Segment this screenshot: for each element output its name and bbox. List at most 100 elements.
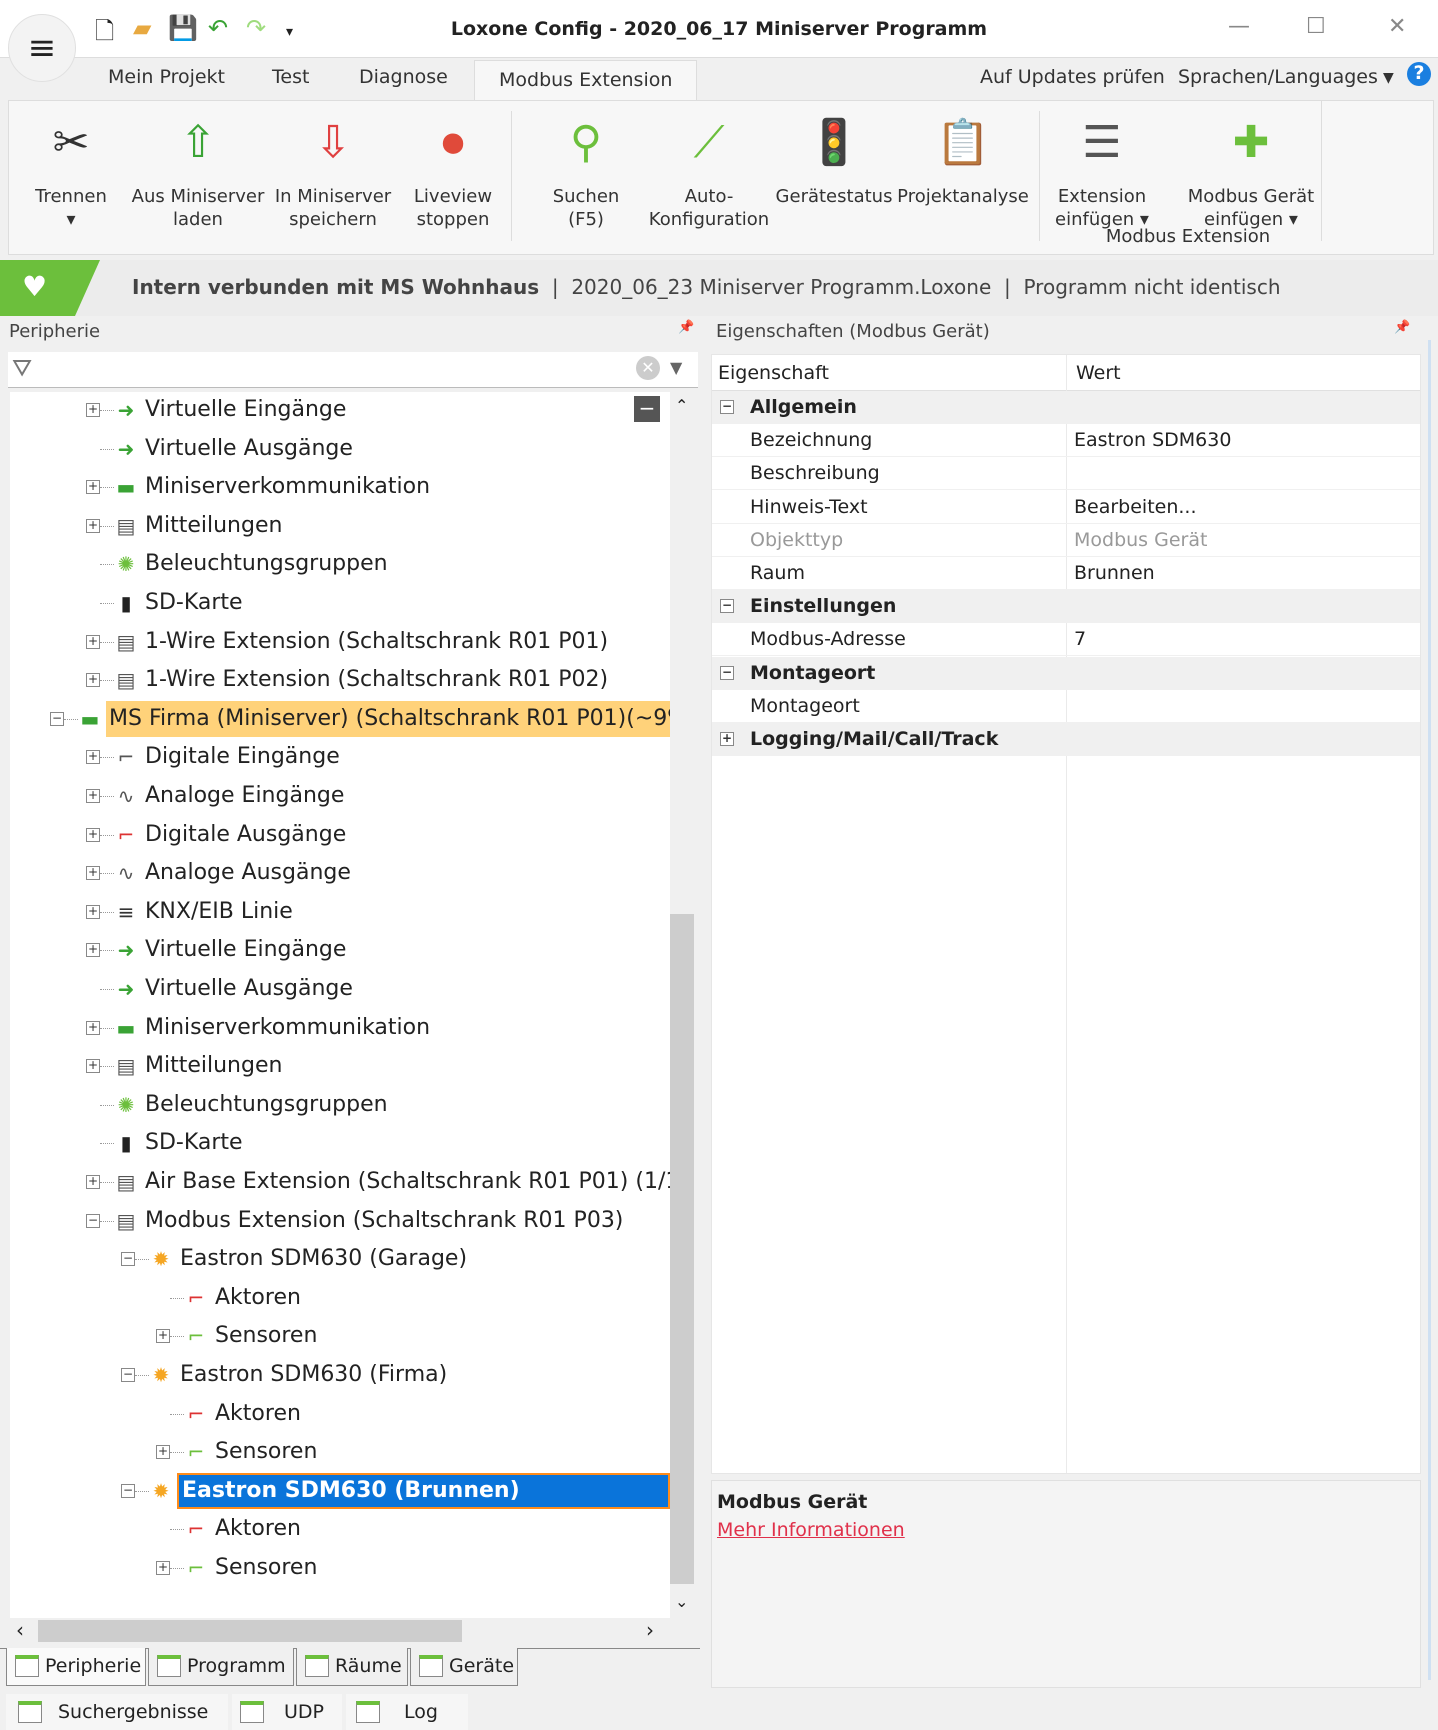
expand-icon[interactable]: + bbox=[86, 827, 100, 842]
scrollbar-thumb[interactable] bbox=[670, 914, 694, 1584]
stop-liveview-button[interactable]: ⏺ Liveview stoppen bbox=[405, 109, 501, 231]
horizontal-scrollbar[interactable]: ‹ › bbox=[10, 1618, 696, 1644]
tab-modbus-extension[interactable]: Modbus Extension bbox=[474, 60, 698, 100]
tree-item[interactable]: ✺ Beleuchtungsgruppen bbox=[10, 1087, 670, 1123]
collapse-icon[interactable]: − bbox=[50, 711, 64, 726]
tree-item[interactable]: + ⌐ Digitale Ausgänge bbox=[10, 817, 670, 853]
auto-configuration-button[interactable]: ⟋ Auto- Konfiguration bbox=[641, 109, 777, 231]
property-row[interactable]: Montageort bbox=[712, 690, 1420, 723]
expand-icon[interactable]: + bbox=[86, 789, 100, 803]
collapse-icon[interactable]: − bbox=[121, 1483, 135, 1498]
expand-icon[interactable]: + bbox=[86, 518, 100, 533]
property-row[interactable]: Modbus-Adresse 7 bbox=[712, 623, 1420, 657]
expand-icon[interactable]: + bbox=[86, 1059, 100, 1074]
collapse-all-button[interactable]: − bbox=[634, 396, 660, 422]
project-analysis-button[interactable]: 📋 Projektanalyse bbox=[895, 109, 1031, 208]
tree-item[interactable]: ▮ SD-Karte bbox=[10, 585, 670, 621]
tree-item[interactable]: + ➜ Virtuelle Eingänge bbox=[10, 392, 670, 428]
chevron-down-icon[interactable]: ▼ bbox=[670, 358, 682, 377]
tree-item[interactable]: + ⌐ Digitale Eingänge bbox=[10, 739, 670, 775]
expand-icon[interactable]: + bbox=[86, 634, 100, 649]
tree-item[interactable]: + ▬ Miniserverkommunikation bbox=[10, 469, 670, 505]
tab-diagnose[interactable]: Diagnose bbox=[359, 66, 448, 88]
expand-icon[interactable]: + bbox=[86, 673, 100, 688]
property-category[interactable]: − Montageort bbox=[712, 656, 1420, 690]
more-info-link[interactable]: Mehr Informationen bbox=[717, 1519, 905, 1541]
tree-item[interactable]: ▮ SD-Karte bbox=[10, 1125, 670, 1161]
minimize-button[interactable]: — bbox=[1228, 14, 1250, 39]
scroll-up-icon[interactable]: ⌃ bbox=[675, 396, 688, 415]
property-category[interactable]: − Einstellungen bbox=[712, 590, 1420, 624]
tree-item[interactable]: − ▬ MS Firma (Miniserver) (Schaltschrank R… bbox=[10, 700, 670, 737]
tree-item[interactable]: + ▤ Air Base Extension (Schaltschrank R01 … bbox=[10, 1164, 670, 1200]
languages-dropdown[interactable]: Sprachen/Languages bbox=[1178, 66, 1378, 88]
scrollbar-thumb[interactable] bbox=[38, 1620, 462, 1642]
tree-item[interactable]: ✺ Beleuchtungsgruppen bbox=[10, 546, 670, 582]
tree-item[interactable]: − ✹ Eastron SDM630 (Garage) bbox=[10, 1241, 670, 1277]
property-row[interactable]: Beschreibung bbox=[712, 457, 1420, 491]
scroll-left-icon[interactable]: ‹ bbox=[16, 1618, 24, 1642]
vertical-scrollbar[interactable]: ⌃ ⌄ bbox=[670, 392, 694, 1622]
device-status-button[interactable]: 🚦 Gerätestatus bbox=[773, 109, 895, 208]
bottom-tab-suchergebnisse[interactable]: Suchergebnisse bbox=[6, 1694, 228, 1730]
tree-item[interactable]: ➜ Virtuelle Ausgänge bbox=[10, 971, 670, 1007]
expand-icon[interactable]: + bbox=[86, 480, 100, 495]
tree-item[interactable]: + ➜ Virtuelle Eingänge bbox=[10, 932, 670, 968]
save-to-miniserver-button[interactable]: ⇩ In Miniserver speichern bbox=[267, 109, 399, 231]
search-button[interactable]: ⚲ Suchen (F5) bbox=[531, 109, 641, 231]
tree-item[interactable]: + ⌐ Sensoren bbox=[10, 1550, 670, 1586]
tree-item[interactable]: + ⌐ Sensoren bbox=[10, 1434, 670, 1470]
maximize-button[interactable]: ☐ bbox=[1306, 14, 1326, 39]
tab-test[interactable]: Test bbox=[272, 66, 309, 88]
expand-icon[interactable]: + bbox=[156, 1445, 170, 1460]
scroll-right-icon[interactable]: › bbox=[646, 1618, 654, 1642]
expand-icon[interactable]: + bbox=[720, 732, 734, 746]
check-updates-link[interactable]: Auf Updates prüfen bbox=[980, 66, 1165, 88]
tree-item[interactable]: ⌐ Aktoren bbox=[10, 1511, 670, 1547]
property-row[interactable]: Objekttyp Modbus Gerät bbox=[712, 524, 1420, 557]
expand-icon[interactable]: + bbox=[86, 750, 100, 765]
chevron-down-icon[interactable]: ▼ bbox=[1383, 70, 1394, 86]
tree-item[interactable]: ⌐ Aktoren bbox=[10, 1280, 670, 1316]
property-value[interactable]: Bearbeiten... bbox=[1074, 491, 1197, 524]
collapse-icon[interactable]: − bbox=[121, 1368, 135, 1382]
tree-item[interactable]: + ⌐ Sensoren bbox=[10, 1318, 670, 1354]
expand-icon[interactable]: + bbox=[86, 403, 100, 417]
bottom-tab-programm[interactable]: Programm bbox=[148, 1648, 294, 1686]
collapse-icon[interactable]: − bbox=[121, 1252, 135, 1267]
bottom-tab-udp[interactable]: UDP bbox=[232, 1694, 342, 1730]
tree-item[interactable]: ⌐ Aktoren bbox=[10, 1396, 670, 1432]
close-button[interactable]: ✕ bbox=[1388, 14, 1406, 39]
collapse-icon[interactable]: − bbox=[720, 665, 734, 680]
collapse-icon[interactable]: − bbox=[720, 400, 734, 414]
tree-item[interactable]: + ∿ Analoge Eingänge bbox=[10, 778, 670, 814]
collapse-icon[interactable]: − bbox=[720, 599, 734, 614]
load-from-miniserver-button[interactable]: ⇧ Aus Miniserver laden bbox=[131, 109, 265, 231]
tree-item[interactable]: + ≡ KNX/EIB Linie bbox=[10, 894, 670, 930]
property-category[interactable]: + Logging/Mail/Call/Track bbox=[712, 723, 1420, 756]
tree-item[interactable]: + ▤ 1-Wire Extension (Schaltschrank R01 P0… bbox=[10, 662, 670, 698]
property-value[interactable]: 7 bbox=[1074, 623, 1086, 656]
expand-icon[interactable]: + bbox=[86, 866, 100, 881]
expand-icon[interactable]: + bbox=[156, 1561, 170, 1575]
tree-item[interactable]: + ▬ Miniserverkommunikation bbox=[10, 1010, 670, 1046]
property-value[interactable]: Eastron SDM630 bbox=[1074, 424, 1231, 457]
tree-item[interactable]: + ∿ Analoge Ausgänge bbox=[10, 855, 670, 891]
property-value[interactable]: Modbus Gerät bbox=[1074, 524, 1207, 557]
bottom-tab-peripherie[interactable]: Peripherie bbox=[6, 1648, 146, 1686]
bottom-tab-raeume[interactable]: Räume bbox=[296, 1648, 408, 1686]
property-row[interactable]: Hinweis-Text Bearbeiten... bbox=[712, 491, 1420, 524]
property-row[interactable]: Raum Brunnen bbox=[712, 557, 1420, 590]
filter-input[interactable]: ⛛ ✕ ▼ bbox=[8, 352, 698, 388]
property-value[interactable]: Brunnen bbox=[1074, 557, 1155, 590]
tab-mein-projekt[interactable]: Mein Projekt bbox=[108, 66, 225, 88]
pin-icon[interactable]: 📌 bbox=[1394, 320, 1410, 335]
tree-item[interactable]: ➜ Virtuelle Ausgänge bbox=[10, 431, 670, 467]
expand-icon[interactable]: + bbox=[86, 1020, 100, 1035]
scroll-down-icon[interactable]: ⌄ bbox=[675, 1592, 688, 1611]
insert-extension-button[interactable]: ☰ Extension einfügen ▾ bbox=[1047, 109, 1157, 231]
tree-item[interactable]: − ✹ Eastron SDM630 (Brunnen) bbox=[10, 1472, 670, 1509]
expand-icon[interactable]: + bbox=[86, 943, 100, 958]
tree-item[interactable]: − ✹ Eastron SDM630 (Firma) bbox=[10, 1357, 670, 1393]
expand-icon[interactable]: + bbox=[156, 1329, 170, 1344]
